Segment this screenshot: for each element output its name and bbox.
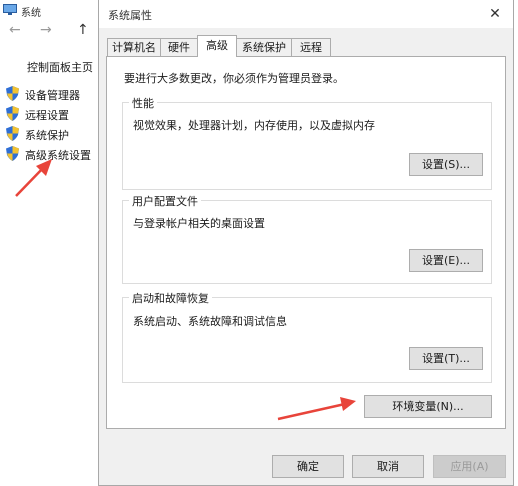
annotation-arrow-env-button [277,397,356,421]
annotation-arrow-sidebar [15,159,52,197]
annotation-arrows [15,159,356,421]
